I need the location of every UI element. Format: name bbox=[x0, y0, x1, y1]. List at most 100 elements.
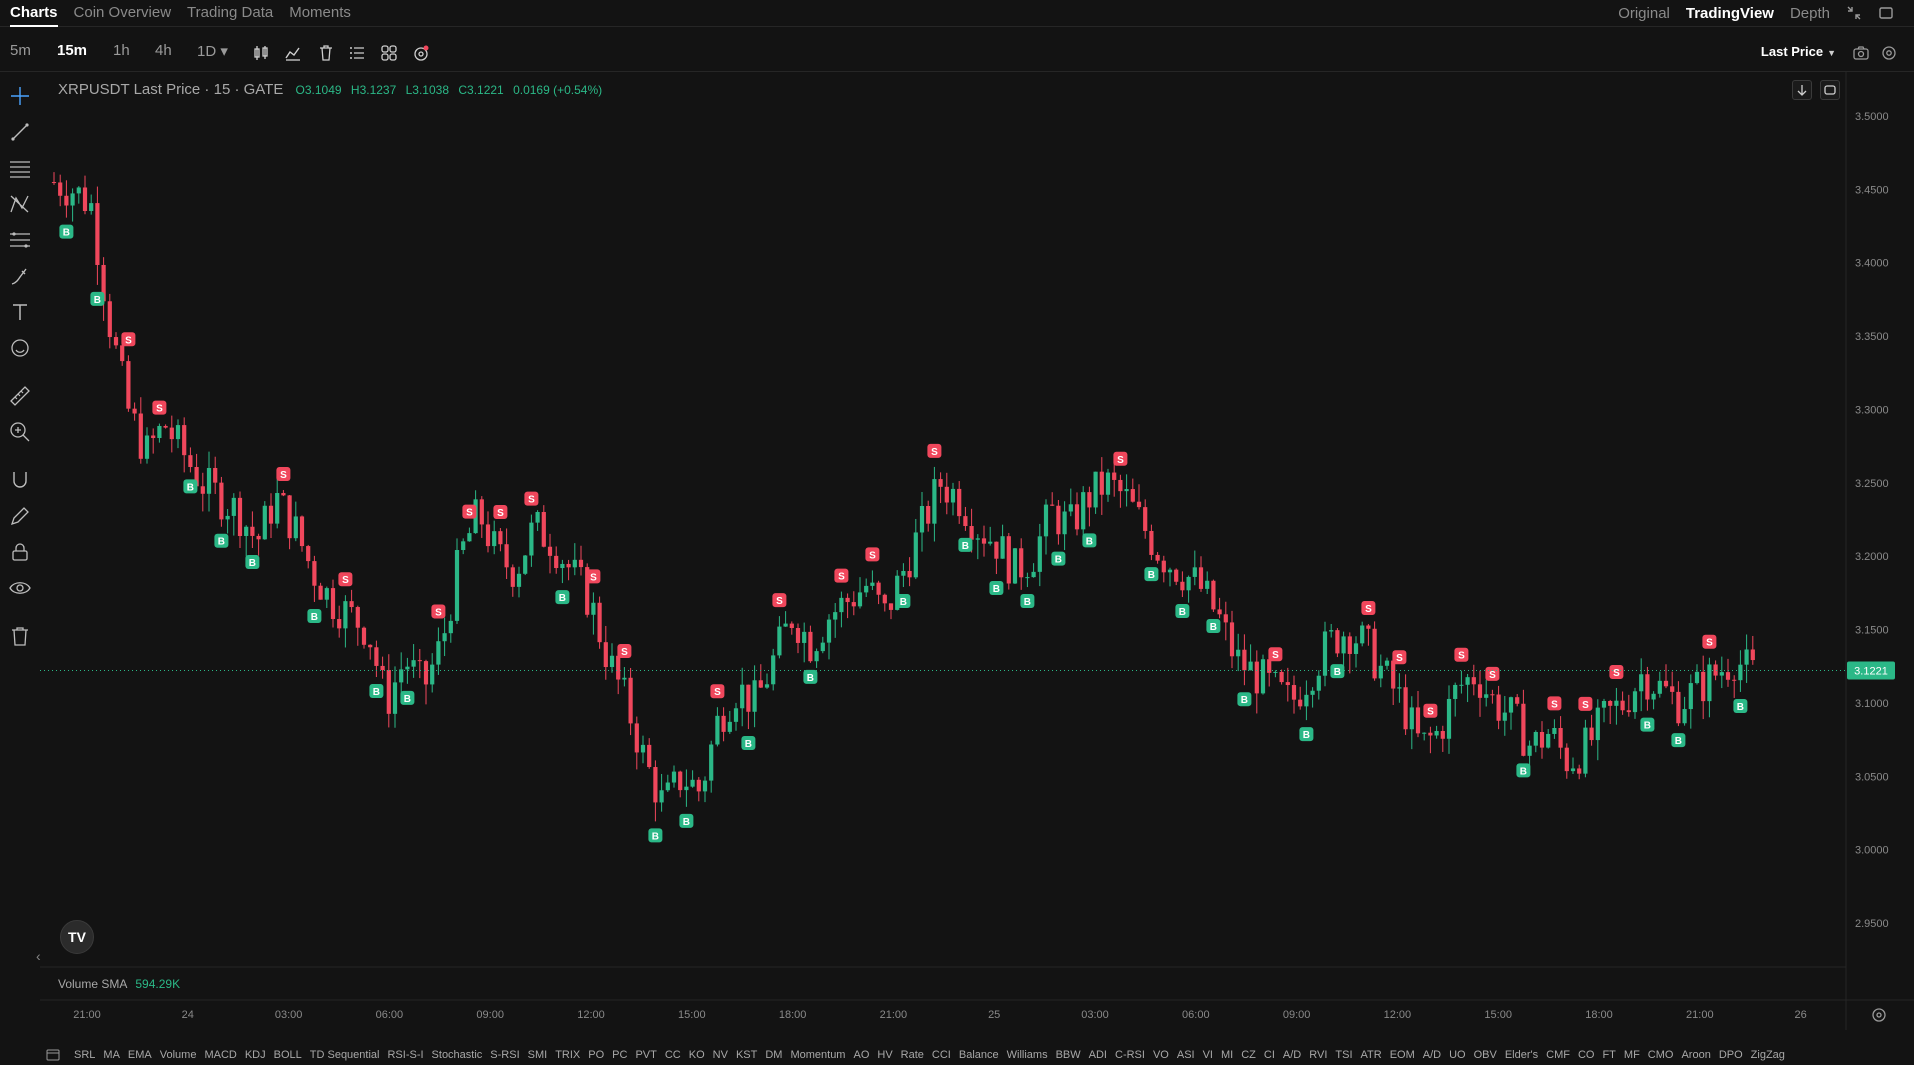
sell-signal-marker: S bbox=[1268, 647, 1283, 662]
indicator-30[interactable]: C-RSI bbox=[1115, 1049, 1145, 1061]
indicator-3[interactable]: Volume bbox=[160, 1049, 197, 1061]
candle-body bbox=[554, 555, 559, 569]
indicator-39[interactable]: TSI bbox=[1335, 1049, 1352, 1061]
candle-body bbox=[1663, 680, 1669, 687]
candle-body bbox=[510, 567, 515, 587]
indicator-20[interactable]: DM bbox=[765, 1049, 782, 1061]
indicator-48[interactable]: FT bbox=[1602, 1049, 1615, 1061]
candle-body bbox=[1422, 732, 1427, 734]
sell-signal-marker: S bbox=[1113, 451, 1128, 466]
indicator-25[interactable]: CCI bbox=[932, 1049, 951, 1061]
candle-body bbox=[157, 425, 162, 439]
candle-body bbox=[1440, 731, 1445, 739]
indicator-9[interactable]: Stochastic bbox=[432, 1049, 483, 1061]
candle-body bbox=[733, 708, 739, 722]
candle-body bbox=[82, 187, 88, 211]
indicator-21[interactable]: Momentum bbox=[790, 1049, 845, 1061]
candle-body bbox=[1546, 733, 1551, 748]
indicator-45[interactable]: Elder's bbox=[1505, 1049, 1538, 1061]
indicator-17[interactable]: KO bbox=[689, 1049, 705, 1061]
indicator-41[interactable]: EOM bbox=[1390, 1049, 1415, 1061]
indicator-29[interactable]: ADI bbox=[1089, 1049, 1107, 1061]
indicator-26[interactable]: Balance bbox=[959, 1049, 999, 1061]
candle-body bbox=[1459, 684, 1464, 686]
signal-letter: B bbox=[807, 673, 814, 684]
indicator-46[interactable]: CMF bbox=[1546, 1049, 1570, 1061]
indicator-23[interactable]: HV bbox=[877, 1049, 892, 1061]
indicator-19[interactable]: KST bbox=[736, 1049, 757, 1061]
indicator-13[interactable]: PO bbox=[588, 1049, 604, 1061]
reset-chart-button[interactable] bbox=[1820, 80, 1840, 100]
indicator-8[interactable]: RSI-S-I bbox=[387, 1049, 423, 1061]
candle-body bbox=[1105, 472, 1111, 495]
indicator-50[interactable]: CMO bbox=[1648, 1049, 1674, 1061]
indicator-49[interactable]: MF bbox=[1624, 1049, 1640, 1061]
indicator-4[interactable]: MACD bbox=[204, 1049, 236, 1061]
indicator-33[interactable]: VI bbox=[1203, 1049, 1213, 1061]
buy-signal-marker: B bbox=[245, 555, 260, 570]
candle-body bbox=[988, 541, 993, 544]
indicator-36[interactable]: CI bbox=[1264, 1049, 1275, 1061]
indicator-28[interactable]: BBW bbox=[1056, 1049, 1081, 1061]
indicator-38[interactable]: RVI bbox=[1309, 1049, 1327, 1061]
indicator-12[interactable]: TRIX bbox=[555, 1049, 580, 1061]
candle-body bbox=[76, 187, 81, 194]
indicator-15[interactable]: PVT bbox=[635, 1049, 656, 1061]
candle-body bbox=[275, 493, 280, 524]
calendar-icon[interactable] bbox=[46, 1049, 60, 1061]
indicator-35[interactable]: CZ bbox=[1241, 1049, 1256, 1061]
candle-body bbox=[702, 780, 708, 792]
indicator-1[interactable]: MA bbox=[103, 1049, 120, 1061]
candle-body bbox=[684, 786, 689, 791]
price-chart[interactable]: 3.5000 3.4500 3.4000 3.3500 3.3000 3.2500 3.20… bbox=[0, 0, 1914, 1065]
indicator-11[interactable]: SMI bbox=[528, 1049, 548, 1061]
candle-body bbox=[857, 592, 863, 607]
time-tick-label: 25 bbox=[988, 1009, 1000, 1021]
indicator-14[interactable]: PC bbox=[612, 1049, 627, 1061]
indicator-27[interactable]: Williams bbox=[1007, 1049, 1048, 1061]
indicator-16[interactable]: CC bbox=[665, 1049, 681, 1061]
indicator-22[interactable]: AO bbox=[853, 1049, 869, 1061]
candle-body bbox=[1062, 511, 1067, 535]
signal-letter: S bbox=[869, 550, 876, 561]
indicator-51[interactable]: Aroon bbox=[1681, 1049, 1710, 1061]
signal-letter: B bbox=[1334, 667, 1341, 678]
candle-body bbox=[430, 664, 435, 685]
candle-body bbox=[1688, 683, 1693, 710]
indicator-31[interactable]: VO bbox=[1153, 1049, 1169, 1061]
scroll-to-latest-button[interactable] bbox=[1792, 80, 1812, 100]
price-tick-label: 3.1000 bbox=[1855, 698, 1889, 710]
signal-letter: B bbox=[218, 537, 225, 548]
indicator-52[interactable]: DPO bbox=[1719, 1049, 1743, 1061]
indicator-53[interactable]: ZigZag bbox=[1751, 1049, 1785, 1061]
indicator-42[interactable]: A/D bbox=[1423, 1049, 1441, 1061]
indicator-10[interactable]: S-RSI bbox=[490, 1049, 519, 1061]
signal-letter: S bbox=[1272, 650, 1279, 661]
candle-body bbox=[1415, 707, 1421, 734]
indicator-18[interactable]: NV bbox=[713, 1049, 728, 1061]
candle-body bbox=[144, 435, 150, 459]
indicator-32[interactable]: ASI bbox=[1177, 1049, 1195, 1061]
price-tick-label: 3.0000 bbox=[1855, 845, 1889, 857]
candle-body bbox=[200, 486, 205, 494]
indicator-0[interactable]: SRL bbox=[74, 1049, 95, 1061]
indicator-47[interactable]: CO bbox=[1578, 1049, 1595, 1061]
indicator-24[interactable]: Rate bbox=[901, 1049, 924, 1061]
indicator-40[interactable]: ATR bbox=[1361, 1049, 1382, 1061]
candle-body bbox=[1205, 580, 1210, 589]
candle-body bbox=[1515, 697, 1520, 704]
indicator-7[interactable]: TD Sequential bbox=[310, 1049, 380, 1061]
indicator-2[interactable]: EMA bbox=[128, 1049, 152, 1061]
time-tick-label: 12:00 bbox=[577, 1009, 605, 1021]
indicator-6[interactable]: BOLL bbox=[274, 1049, 302, 1061]
candle-body bbox=[1366, 625, 1371, 629]
time-axis-settings-icon[interactable] bbox=[1870, 1006, 1888, 1024]
indicator-34[interactable]: MI bbox=[1221, 1049, 1233, 1061]
indicator-44[interactable]: OBV bbox=[1474, 1049, 1497, 1061]
indicator-5[interactable]: KDJ bbox=[245, 1049, 266, 1061]
indicator-43[interactable]: UO bbox=[1449, 1049, 1466, 1061]
signal-letter: S bbox=[1117, 455, 1124, 466]
indicator-37[interactable]: A/D bbox=[1283, 1049, 1301, 1061]
candle-body bbox=[1391, 660, 1396, 689]
price-tick-label: 3.2500 bbox=[1855, 478, 1889, 490]
